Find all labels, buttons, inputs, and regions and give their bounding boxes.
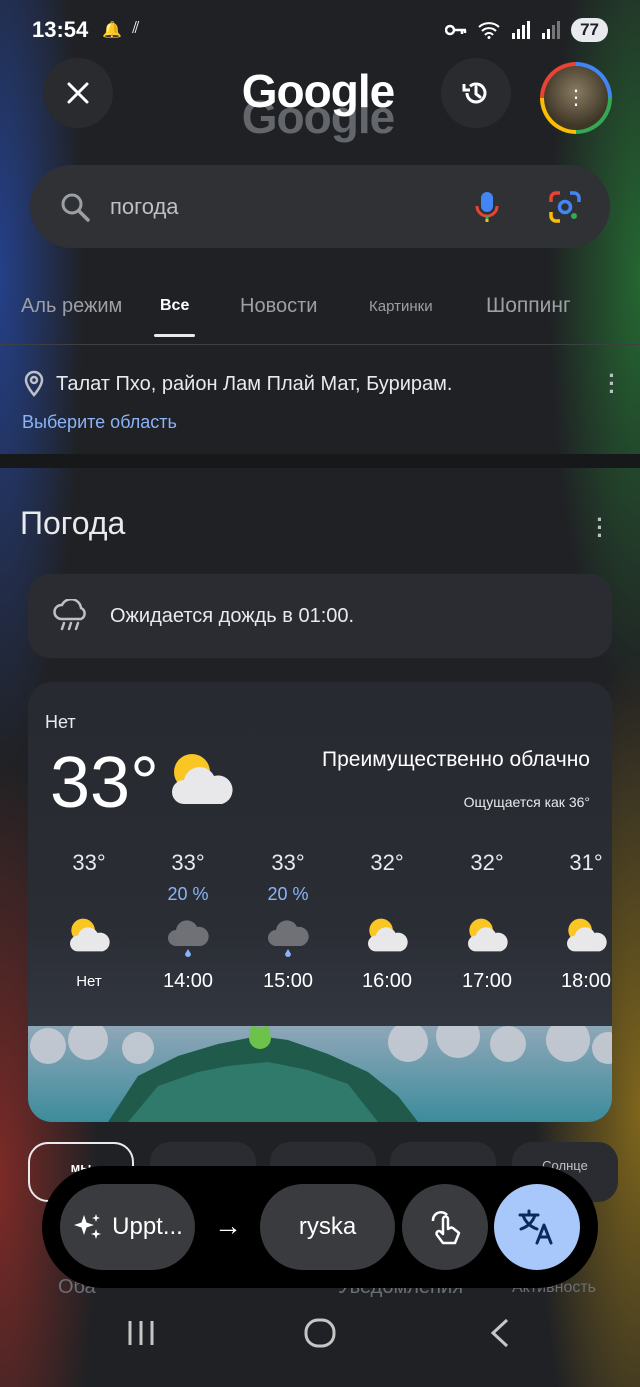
close-button[interactable] bbox=[43, 58, 113, 128]
search-input[interactable]: погода bbox=[30, 165, 610, 248]
rain-alert-text: Ожидается дождь в 01:00. bbox=[110, 604, 355, 627]
history-button[interactable] bbox=[441, 58, 511, 128]
choose-area-link[interactable]: Выберите область bbox=[22, 412, 622, 433]
hour-item[interactable]: 32° 16:00 bbox=[342, 850, 432, 993]
partly-cloudy-icon bbox=[567, 918, 607, 952]
signal-strike-icon: ⫽ bbox=[132, 20, 140, 37]
source-language-button[interactable]: Uppt... bbox=[60, 1184, 195, 1270]
microphone-icon[interactable] bbox=[470, 190, 504, 224]
account-avatar[interactable]: ⋮ bbox=[540, 62, 612, 134]
partly-cloudy-icon bbox=[368, 918, 408, 952]
current-temperature: 33° bbox=[50, 743, 159, 823]
back-icon[interactable] bbox=[488, 1318, 512, 1348]
system-navigation bbox=[0, 1318, 640, 1368]
search-icon bbox=[61, 193, 90, 222]
current-day-label: Нет bbox=[45, 712, 76, 732]
more-vert-icon: ⋮ bbox=[566, 87, 586, 109]
weather-title: Погода bbox=[20, 505, 126, 541]
rain-cloud-icon bbox=[268, 920, 309, 957]
partly-cloudy-icon bbox=[172, 754, 233, 804]
arrow-right-icon: → bbox=[214, 1210, 242, 1241]
key-icon bbox=[445, 24, 467, 36]
translate-button[interactable] bbox=[494, 1184, 580, 1270]
target-language-label: ryska bbox=[298, 1213, 357, 1240]
translate-toolbar: Uppt... → ryska bbox=[42, 1166, 598, 1288]
battery-indicator: 77 bbox=[571, 18, 608, 42]
weather-landscape-illustration bbox=[28, 1026, 612, 1122]
bell-icon: 🔔 bbox=[102, 22, 123, 39]
status-bar: 13:54 🔔 ⫽ 77 bbox=[0, 0, 640, 60]
tabs-divider bbox=[0, 344, 640, 345]
partly-cloudy-icon bbox=[468, 918, 508, 952]
target-language-button[interactable]: ryska bbox=[260, 1184, 395, 1270]
google-logo: Google Google bbox=[241, 65, 395, 143]
touch-gesture-icon bbox=[431, 1211, 461, 1245]
section-separator bbox=[0, 454, 640, 468]
hour-item[interactable]: 33° 20 % 15:00 bbox=[243, 850, 333, 993]
rain-alert-card[interactable]: Ожидается дождь в 01:00. bbox=[28, 574, 612, 658]
hour-item[interactable]: 31° 18:00 bbox=[541, 850, 612, 993]
location-bar: Талат Пхо, район Лам Плай Мат, Бурирам. … bbox=[22, 362, 622, 433]
status-time: 13:54 bbox=[32, 17, 89, 42]
tab-images[interactable]: Картинки bbox=[369, 298, 433, 315]
hour-item[interactable]: 33° 20 % 14:00 bbox=[143, 850, 233, 993]
close-icon bbox=[67, 82, 89, 104]
feels-like: Ощущается как 36° bbox=[463, 794, 590, 810]
tab-all[interactable]: Все bbox=[153, 297, 196, 337]
recents-icon[interactable] bbox=[126, 1318, 156, 1348]
google-lens-icon[interactable] bbox=[548, 190, 582, 224]
hourly-forecast: 33° Нет 33° 20 % 14:00 33° 20 % 15:00 32… bbox=[28, 850, 612, 1020]
weather-card[interactable]: Нет 33° Преимущественно облачно Ощущаетс… bbox=[28, 682, 612, 1122]
source-language-label: Uppt... bbox=[112, 1213, 183, 1240]
location-text: Талат Пхо, район Лам Плай Мат, Бурирам. bbox=[56, 372, 453, 395]
history-icon bbox=[462, 82, 487, 104]
rain-cloud-icon bbox=[168, 920, 209, 957]
current-condition: Преимущественно облачно bbox=[322, 748, 590, 771]
cell-signal-roaming-icon bbox=[542, 21, 561, 39]
cell-signal-icon bbox=[512, 21, 531, 39]
sparkle-icon bbox=[74, 1214, 102, 1239]
tab-shopping[interactable]: Шоппинг bbox=[486, 294, 571, 318]
translate-icon bbox=[518, 1209, 553, 1245]
weather-more-icon[interactable]: · · · bbox=[590, 509, 610, 547]
hour-item[interactable]: 32° 17:00 bbox=[442, 850, 532, 993]
location-more-icon[interactable]: · · · bbox=[602, 365, 622, 403]
tab-ai-mode[interactable]: Аль режим bbox=[21, 295, 122, 318]
search-tabs: Аль режим Все Новости Картинки Шоппинг bbox=[0, 270, 640, 342]
hour-item[interactable]: 33° Нет bbox=[44, 850, 134, 990]
partly-cloudy-icon bbox=[70, 918, 110, 952]
tab-news[interactable]: Новости bbox=[240, 295, 317, 318]
location-pin-icon bbox=[24, 370, 44, 397]
rain-cloud-alert-icon bbox=[53, 599, 86, 631]
home-icon[interactable] bbox=[304, 1318, 336, 1348]
wifi-icon bbox=[478, 22, 500, 39]
search-query: погода bbox=[110, 193, 179, 219]
touch-translate-button[interactable] bbox=[402, 1184, 488, 1270]
